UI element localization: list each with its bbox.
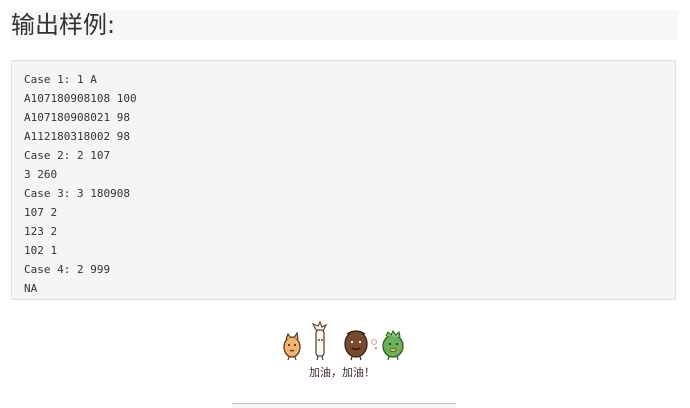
code-line: NA [24, 282, 38, 295]
code-line: A112180318002 98 [24, 130, 130, 143]
section-heading-text: 输出样例: [11, 11, 116, 39]
sticker-caption: 加油，加油！ [309, 365, 375, 379]
code-line: A107180908021 98 [24, 111, 130, 124]
code-line: Case 4: 2 999 [24, 263, 111, 276]
code-line: 107 2 [24, 206, 58, 219]
code-line: Case 1: 1 A [24, 73, 97, 86]
section-heading: 输出样例: [10, 10, 678, 40]
cheer-characters-icon: 加油，加油！ [283, 320, 404, 379]
cheer-sticker: 加油，加油！ [280, 320, 410, 382]
code-line: 102 1 [24, 244, 58, 257]
code-line: Case 3: 3 180908 [24, 187, 130, 200]
output-sample-code-block: Case 1: 1 A A107180908108 100 A107180908… [11, 60, 676, 300]
footer-divider-shadow [232, 404, 456, 408]
code-line: Case 2: 2 107 [24, 149, 111, 162]
code-line: 3 260 [24, 168, 58, 181]
code-line: 123 2 [24, 225, 58, 238]
code-line: A107180908108 100 [24, 92, 137, 105]
